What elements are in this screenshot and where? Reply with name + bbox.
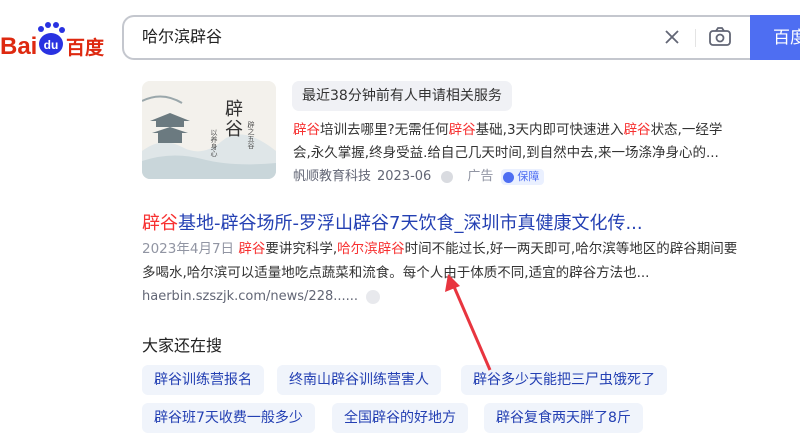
result-date: 2023年4月7日 — [142, 241, 235, 257]
highlight: 辟谷 — [293, 122, 320, 138]
ad-tag[interactable]: 最近38分钟前有人申请相关服务 — [292, 81, 512, 111]
logo-bai-text: Bai — [0, 33, 37, 60]
ad-description[interactable]: 辟谷培训去哪里?无需任何辟谷基础,3天内即可快速进入辟谷状态,一经学会,永久掌握… — [293, 119, 738, 165]
result-snippet: 2023年4月7日 辟谷要讲究科学,哈尔滨辟谷时间不能过长,好一两天即可,哈尔滨… — [142, 237, 742, 285]
related-search-chip[interactable]: 辟谷班7天收费一般多少 — [142, 403, 315, 433]
ad-source[interactable]: 帆顺教育科技 — [293, 167, 371, 187]
related-search-chip[interactable]: 辟谷训练营报名 — [142, 365, 264, 395]
related-search-chip[interactable]: 辟谷多少天能把三尸虫饿死了 — [461, 365, 667, 395]
highlight: 辟谷 — [448, 122, 476, 138]
search-button[interactable]: 百度 — [750, 15, 800, 60]
thumb-main-text: 辟谷 — [225, 99, 243, 140]
highlight: 哈尔滨辟谷 — [337, 241, 405, 257]
ad-label: 广告 — [467, 169, 494, 184]
divider — [695, 29, 696, 47]
annotation-arrow-icon — [445, 274, 492, 371]
badge-label: 保障 — [517, 170, 540, 183]
baidu-logo[interactable]: Bai du 百度 — [0, 18, 106, 64]
related-search-chip[interactable]: 全国辟谷的好地方 — [332, 403, 468, 433]
camera-icon[interactable] — [708, 26, 732, 48]
result-title-text: 基地-辟谷场所-罗浮山辟谷7天饮食_深圳市真健康文化传... — [178, 213, 643, 234]
search-box — [122, 15, 750, 60]
chevron-down-icon[interactable] — [366, 289, 381, 304]
result-url[interactable]: haerbin.szszjk.com/news/228...... — [142, 289, 381, 304]
ad-desc-text: 培训去哪里?无需任何 — [320, 122, 449, 138]
related-search-chip[interactable]: 辟谷复食两天胖了8斤 — [484, 403, 643, 433]
ad-date: 2023-06 — [377, 169, 432, 184]
result-url-text: haerbin.szszjk.com/news/228...... — [142, 289, 359, 304]
related-search-chip[interactable]: 终南山辟谷训练营害人 — [277, 365, 441, 395]
close-icon[interactable] — [662, 27, 682, 47]
result-snippet-text: 要讲究科学, — [265, 241, 338, 257]
logo-cn-text: 百度 — [66, 36, 105, 59]
highlight: 辟谷 — [238, 241, 266, 257]
logo-du-text: du — [44, 38, 59, 52]
paw-icon: du — [38, 22, 65, 55]
result-title-link[interactable]: 辟谷基地-辟谷场所-罗浮山辟谷7天饮食_深圳市真健康文化传... — [142, 209, 643, 235]
related-searches-title: 大家还在搜 — [142, 336, 223, 355]
check-icon — [503, 171, 515, 183]
search-input[interactable] — [142, 17, 622, 58]
ad-meta: 帆顺教育科技 2023-06 广告 保障 — [293, 167, 545, 187]
info-icon[interactable] — [441, 171, 454, 183]
guarantee-badge[interactable]: 保障 — [501, 169, 545, 185]
ad-desc-text: 基础,3天内即可快速进入 — [475, 122, 624, 138]
highlight: 辟谷 — [142, 213, 178, 234]
highlight: 辟谷 — [623, 122, 651, 138]
thumb-side-text-1: 辟之五谷 — [247, 120, 255, 150]
ad-thumbnail[interactable]: 辟谷 辟之五谷 以养身心 — [142, 81, 276, 179]
thumb-side-text-2: 以养身心 — [210, 129, 218, 157]
